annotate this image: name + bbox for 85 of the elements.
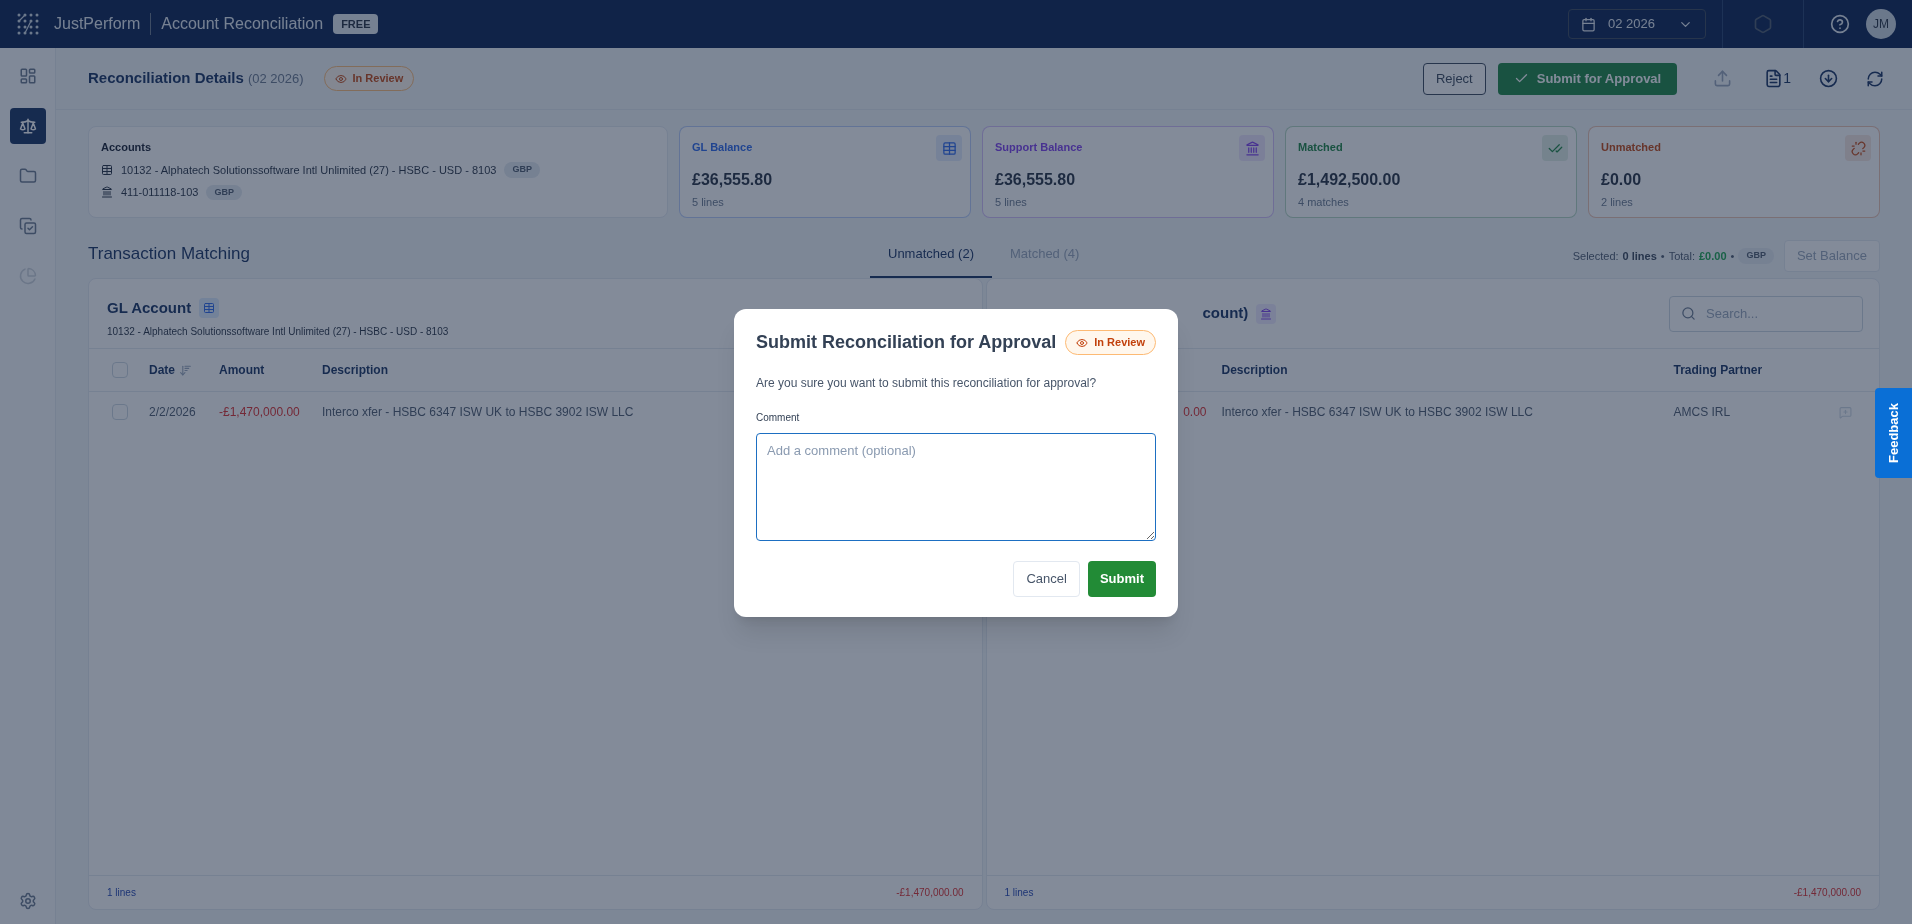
table-cell-text: Interco xfer - HSBC 6347 ISW UK to HSBC 3902 ISW LLC (322, 404, 634, 421)
status-badge: In Review (323, 66, 415, 91)
card-subtext: 4 matches (1298, 194, 1349, 210)
submit-button[interactable]: Submit (1087, 561, 1156, 597)
column-header[interactable]: Date (149, 361, 175, 379)
panel-title: count) (1202, 303, 1249, 324)
plan-badge: FREE (333, 13, 379, 35)
page-title: Reconciliation Details (88, 68, 244, 89)
table-icon (101, 163, 113, 176)
card-value: £36,555.80 (692, 169, 773, 190)
table-cell-text: 2/2/2026 (149, 404, 197, 421)
footer-total: -£1,470,000.00 (896, 886, 964, 900)
currency-tag: GBP (206, 184, 242, 200)
download-icon[interactable] (1819, 69, 1838, 88)
comment-label: Comment (756, 411, 801, 425)
calendar-icon (1581, 16, 1596, 32)
upload-icon[interactable] (1713, 69, 1733, 88)
card-label: Unmatched (1601, 140, 1661, 155)
comment-field[interactable]: Add a comment (optional) (756, 433, 1156, 541)
app-title: Account Reconciliation (161, 14, 324, 34)
cancel-button[interactable]: Cancel (1013, 561, 1080, 597)
card-subtext: 2 lines (1601, 194, 1633, 210)
table-icon (199, 298, 220, 319)
column-header: Description (322, 362, 389, 379)
card-value: £36,555.80 (995, 169, 1076, 190)
refresh-icon[interactable] (1866, 69, 1884, 88)
card-label: Matched (1298, 140, 1343, 155)
table-cell-text: AMCS IRL (1673, 404, 1732, 421)
folder-icon (18, 167, 37, 185)
card-value: £0.00 (1601, 169, 1642, 190)
logo-icon (16, 12, 40, 36)
status-badge: In Review (1065, 330, 1156, 355)
selection-count: 0 lines (1622, 248, 1657, 264)
total-value: £0.00 (1699, 248, 1727, 264)
account-name: 411-011118-103 (121, 185, 199, 200)
period-picker[interactable]: 02 2026 (1568, 9, 1706, 39)
currency-tag: GBP (504, 162, 540, 178)
table-cell-text: 0.00 (1183, 404, 1208, 421)
card-value: £1,492,500.00 (1298, 169, 1401, 190)
feedback-tab[interactable]: Feedback (1875, 388, 1912, 478)
line-count: 1 lines (107, 886, 136, 900)
sort-icon[interactable] (179, 363, 192, 377)
comment-icon[interactable] (1839, 405, 1852, 419)
copy-icon (18, 217, 37, 235)
footer-total: -£1,470,000.00 (1793, 886, 1861, 900)
account-name: 10132 - Alphatech Solutionssoftware Intl Unlimited (27) - HSBC - USD - 8103 (121, 162, 497, 178)
column-header: Amount (219, 362, 266, 379)
bank-icon (1256, 303, 1277, 324)
reject-button[interactable]: Reject (1422, 62, 1486, 95)
brand-name: JustPerform (54, 14, 141, 34)
table-cell-text: -£1,470,000.00 (219, 404, 301, 421)
table-cell-text: Interco xfer - HSBC 6347 ISW UK to HSBC 3902 ISW LLC (1221, 404, 1534, 421)
dialog-title: Submit Reconciliation for Approval (756, 331, 1057, 354)
currency-tag: GBP (1738, 248, 1774, 264)
card-label: Support Balance (995, 140, 1083, 155)
select-all-checkbox[interactable] (112, 362, 128, 378)
eye-icon (1076, 336, 1089, 349)
hexagon-icon[interactable] (1753, 14, 1773, 34)
selection-label: Selected: (1572, 248, 1619, 264)
submit-approval-button[interactable]: Submit for Approval (1497, 62, 1678, 95)
separator-dot: • (1730, 248, 1735, 264)
card-subtext: 5 lines (692, 194, 724, 210)
column-header: Trading Partner (1673, 362, 1764, 379)
scale-icon (18, 117, 37, 135)
total-label: Total: (1668, 248, 1695, 264)
column-header: Description (1221, 362, 1289, 379)
sidebar-item[interactable] (9, 108, 46, 144)
card-subtext: 5 lines (995, 194, 1027, 210)
row-checkbox[interactable] (112, 404, 128, 420)
settings-icon[interactable] (18, 892, 37, 910)
search-icon (1681, 305, 1696, 321)
user-avatar[interactable]: JM (1866, 9, 1896, 39)
help-icon[interactable] (1830, 14, 1850, 34)
line-count: 1 lines (1004, 886, 1034, 900)
dashboard-icon (18, 67, 37, 85)
bank-icon (101, 186, 113, 199)
dialog-message: Are you sure you want to submit this reconciliation for approval? (756, 375, 1098, 392)
page-period: (02 2026) (247, 69, 304, 88)
panel-subtitle: 10132 - Alphatech Solutionssoftware Intl Unlimited (27) - HSBC - USD - 8103 (107, 324, 450, 339)
card-label: GL Balance (692, 140, 753, 155)
panel-title: GL Account (107, 298, 192, 318)
separator-dot: • (1660, 248, 1665, 264)
card-label: Accounts (101, 140, 153, 155)
section-title: Transaction Matching (88, 242, 251, 265)
eye-icon (334, 72, 347, 85)
